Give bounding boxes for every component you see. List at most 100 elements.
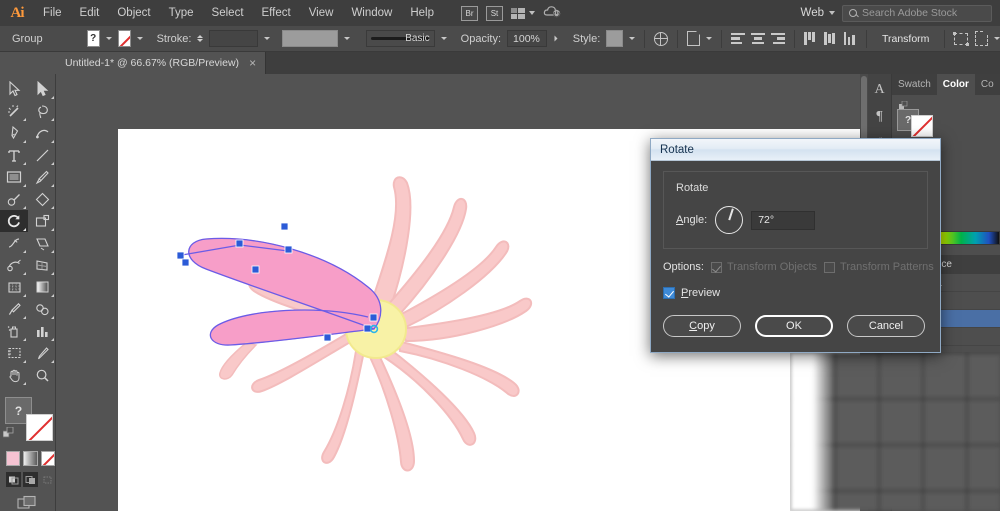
tool-selection[interactable] [0,78,28,100]
bridge-app-icon[interactable]: Br [461,5,478,21]
angle-input[interactable]: 72° [751,210,816,230]
chevron-down-icon[interactable] [440,37,447,40]
tool-free-transform[interactable] [28,232,56,254]
isolate-group-icon[interactable] [953,29,970,48]
stock-app-icon[interactable]: St [486,5,503,21]
tool-shape-builder[interactable] [0,254,28,276]
stroke-swatch-button[interactable] [26,414,53,441]
tool-width[interactable] [0,232,28,254]
panel-stroke-swatch[interactable] [911,115,933,137]
tool-pen[interactable] [0,122,28,144]
chevron-down-icon[interactable] [136,37,143,40]
cancel-button[interactable]: Cancel [847,315,925,337]
tool-perspective-grid[interactable] [28,254,56,276]
rotate-dialog[interactable]: Rotate Rotate Angle: 72° Options: Transf… [650,138,941,353]
tool-blend[interactable] [28,298,56,320]
tool-scale[interactable] [28,210,56,232]
angle-dial[interactable] [715,206,744,234]
more-options-icon[interactable] [974,29,988,48]
tool-artboard[interactable] [0,342,28,364]
paragraph-panel-icon[interactable]: ¶ [876,109,882,125]
stroke-profile-field[interactable] [281,30,338,47]
selected-petal-tip[interactable] [219,342,258,380]
align-right-icon[interactable] [770,29,785,48]
tab-swatches[interactable]: Swatch [892,74,937,95]
graphic-style-swatch[interactable] [606,30,623,47]
chevron-down-icon[interactable] [706,37,713,40]
character-panel-icon[interactable]: A [874,82,884,98]
none-fill-mode[interactable] [40,451,55,466]
color-fill-mode[interactable] [6,451,21,466]
tool-type[interactable] [0,144,28,166]
chevron-down-icon[interactable] [263,37,270,40]
tool-gradient[interactable] [28,276,56,298]
transform-button[interactable]: Transform [876,30,935,48]
transform-objects-checkbox[interactable] [710,261,722,273]
fill-color-swatch[interactable]: ? [86,30,100,47]
menu-select[interactable]: Select [203,0,253,26]
drawing-mode-inside-icon[interactable] [40,472,55,487]
tool-rectangle[interactable] [0,166,28,188]
menu-file[interactable]: File [34,0,71,26]
transform-objects-option[interactable]: Transform Objects [710,261,817,273]
tool-eyedropper[interactable] [0,298,28,320]
tool-slice[interactable] [28,342,56,364]
preview-row[interactable]: Preview [663,287,928,299]
stroke-weight-field[interactable] [209,30,258,47]
ok-button[interactable]: OK [755,315,833,337]
drawing-mode-behind-icon[interactable] [23,472,38,487]
opacity-field[interactable]: 100% [507,30,547,47]
tool-line-segment[interactable] [28,144,56,166]
align-top-icon[interactable] [804,29,818,48]
tool-curvature[interactable] [28,122,56,144]
copy-button[interactable]: Copy [663,315,741,337]
transform-patterns-checkbox[interactable] [824,261,836,273]
close-icon[interactable]: × [249,57,256,69]
drawing-mode-normal-icon[interactable] [6,472,21,487]
cloud-sync-icon[interactable] [543,4,563,23]
gradient-fill-mode[interactable] [23,451,38,466]
menu-edit[interactable]: Edit [71,0,109,26]
menu-window[interactable]: Window [342,0,401,26]
dialog-title-bar[interactable]: Rotate [651,139,940,161]
chevron-down-icon[interactable] [343,37,350,40]
workspace-switcher[interactable] [511,7,535,19]
tool-eraser[interactable] [28,188,56,210]
swap-fill-stroke-icon[interactable] [2,426,16,440]
chevron-right-icon[interactable] [554,35,558,42]
stroke-weight-stepper[interactable] [197,35,204,42]
tab-color-guide[interactable]: Co [975,74,1000,95]
tool-lasso[interactable] [28,100,56,122]
menu-view[interactable]: View [300,0,343,26]
tool-direct-selection[interactable] [28,78,56,100]
screen-mode-button[interactable] [17,495,55,511]
chevron-down-icon[interactable] [628,37,635,40]
menu-type[interactable]: Type [160,0,203,26]
recolor-artwork-icon[interactable] [653,29,668,48]
web-workspace-selector[interactable]: Web [794,5,842,21]
document-tab[interactable]: Untitled-1* @ 66.67% (RGB/Preview) × [56,52,267,74]
align-middle-icon[interactable] [823,29,838,48]
tool-zoom[interactable] [28,364,56,386]
menu-effect[interactable]: Effect [253,0,300,26]
tool-paintbrush[interactable] [28,166,56,188]
align-center-icon[interactable] [750,29,765,48]
chevron-down-icon[interactable] [105,37,112,40]
menu-help[interactable]: Help [401,0,443,26]
tool-rotate[interactable] [0,210,28,232]
preview-checkbox[interactable] [663,287,675,299]
tool-mesh[interactable] [0,276,28,298]
transform-patterns-option[interactable]: Transform Patterns [824,261,934,273]
stroke-color-swatch[interactable] [117,30,131,47]
tool-pencil[interactable] [0,188,28,210]
tool-magic-wand[interactable] [0,100,28,122]
align-left-icon[interactable] [730,29,745,48]
align-bottom-icon[interactable] [843,29,857,48]
chevron-down-icon[interactable] [994,37,1000,40]
menu-object[interactable]: Object [108,0,159,26]
tool-column-graph[interactable] [28,320,56,342]
document-setup-icon[interactable] [686,29,700,48]
tab-color[interactable]: Color [936,74,975,95]
stock-search-input[interactable]: Search Adobe Stock [842,4,992,22]
brush-definition-field[interactable]: Basic [365,30,435,47]
